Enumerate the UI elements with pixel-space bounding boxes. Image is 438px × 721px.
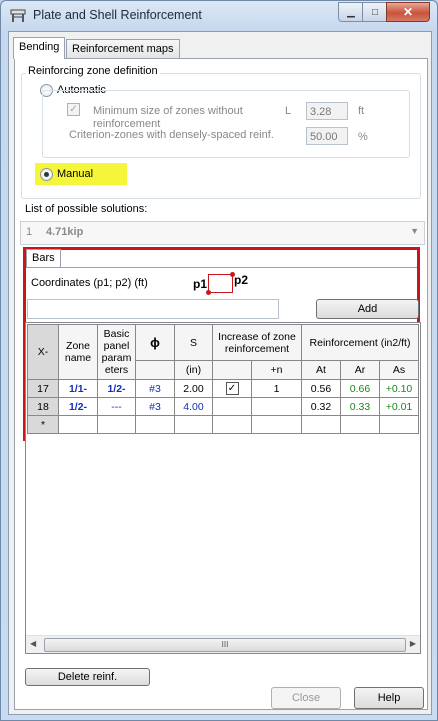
coordinates-input[interactable] bbox=[27, 299, 279, 319]
table-row[interactable]: 17 1/1- 1/2- #3 2.00 ✓ 1 0.56 0.66 +0.10 bbox=[27, 379, 419, 398]
header-at: At bbox=[301, 360, 341, 380]
header-as: As bbox=[379, 360, 419, 380]
close-icon: ✕ bbox=[402, 5, 414, 19]
row-s[interactable]: 4.00 bbox=[174, 397, 213, 416]
criterion-unit: % bbox=[358, 131, 368, 143]
bars-tab-line bbox=[26, 267, 417, 268]
header-phi: ϕ bbox=[135, 324, 175, 361]
empty-cell[interactable] bbox=[251, 415, 302, 434]
empty-cell[interactable] bbox=[135, 415, 175, 434]
tab-bars[interactable]: Bars bbox=[26, 249, 61, 267]
row-basic[interactable]: --- bbox=[97, 397, 136, 416]
checkmark-icon: ✓ bbox=[69, 104, 78, 115]
row-basic[interactable]: 1/2- bbox=[97, 379, 136, 398]
criterion-label: Criterion-zones with densely-spaced rein… bbox=[69, 129, 274, 141]
header-zone-name: Zone name bbox=[58, 324, 98, 380]
empty-cell[interactable] bbox=[301, 415, 341, 434]
window-title: Plate and Shell Reinforcement bbox=[33, 8, 202, 22]
header-phi-blank bbox=[135, 360, 175, 380]
tab-reinforcement-maps[interactable]: Reinforcement maps bbox=[66, 39, 180, 59]
row-n[interactable] bbox=[251, 397, 302, 416]
p2-point bbox=[230, 272, 235, 277]
header-ar: Ar bbox=[340, 360, 380, 380]
row-n[interactable]: 1 bbox=[251, 379, 302, 398]
new-row-marker[interactable]: * bbox=[27, 415, 59, 434]
min-size-symbol: L bbox=[285, 105, 292, 117]
empty-cell[interactable] bbox=[212, 415, 252, 434]
header-x: X- bbox=[27, 324, 59, 380]
row-zone[interactable]: 1/2- bbox=[58, 397, 98, 416]
solution-index: 1 bbox=[26, 226, 33, 238]
row-x[interactable]: 18 bbox=[27, 397, 59, 416]
zone-definition-legend: Reinforcing zone definition bbox=[26, 65, 160, 77]
p1-point bbox=[206, 290, 211, 295]
row-ar[interactable]: 0.66 bbox=[340, 379, 380, 398]
empty-cell[interactable] bbox=[97, 415, 136, 434]
row-zone[interactable]: 1/1- bbox=[58, 379, 98, 398]
row-x[interactable]: 17 bbox=[27, 379, 59, 398]
solutions-dropdown[interactable]: 1 4.71kip ▼ bbox=[20, 221, 425, 245]
horizontal-scrollbar[interactable]: ◀ III ▶ bbox=[26, 635, 420, 653]
close-button[interactable]: Close bbox=[271, 687, 341, 709]
row-ar[interactable]: 0.33 bbox=[340, 397, 380, 416]
maximize-button[interactable]: □ bbox=[362, 2, 388, 22]
row-phi[interactable]: #3 bbox=[135, 379, 175, 398]
new-row[interactable]: * bbox=[27, 415, 419, 434]
p1-label: p1 bbox=[193, 277, 208, 291]
scrollbar-thumb[interactable]: III bbox=[44, 638, 406, 652]
empty-cell[interactable] bbox=[174, 415, 213, 434]
delete-reinf-button[interactable]: Delete reinf. bbox=[25, 668, 150, 686]
row-as[interactable]: +0.01 bbox=[379, 397, 419, 416]
header-s: S bbox=[174, 324, 213, 361]
minimize-button[interactable]: ▁ bbox=[338, 2, 364, 22]
coordinates-label: Coordinates (p1; p2) (ft) bbox=[31, 277, 148, 289]
header-s-unit: (in) bbox=[174, 360, 213, 380]
bars-grid-container: X- Zone name Basic panel param eters ϕ S… bbox=[25, 322, 421, 654]
empty-cell[interactable] bbox=[340, 415, 380, 434]
minimize-icon: ▁ bbox=[347, 6, 355, 18]
header-increase-blank bbox=[212, 360, 252, 380]
row-phi[interactable]: #3 bbox=[135, 397, 175, 416]
header-basic-panel: Basic panel param eters bbox=[97, 324, 136, 380]
row-at[interactable]: 0.56 bbox=[301, 379, 341, 398]
manual-radio[interactable] bbox=[40, 168, 53, 181]
min-size-label-line1: Minimum size of zones without bbox=[93, 105, 243, 117]
p1-p2-diagram bbox=[206, 272, 235, 295]
maximize-icon: □ bbox=[371, 6, 379, 18]
dialog-client-area: Bending Reinforcement maps Reinforcing z… bbox=[8, 31, 432, 715]
bars-grid: X- Zone name Basic panel param eters ϕ S… bbox=[27, 324, 419, 434]
plate-reinforcement-app-icon bbox=[10, 9, 26, 22]
table-row[interactable]: 18 1/2- --- #3 4.00 0.32 0.33 +0.01 bbox=[27, 397, 419, 416]
min-size-unit: ft bbox=[358, 105, 365, 117]
row-s[interactable]: 2.00 bbox=[174, 379, 213, 398]
help-button[interactable]: Help bbox=[354, 687, 424, 709]
solutions-label: List of possible solutions: bbox=[25, 203, 148, 215]
header-plus-n: +n bbox=[251, 360, 302, 380]
row-as[interactable]: +0.10 bbox=[379, 379, 419, 398]
empty-cell[interactable] bbox=[58, 415, 98, 434]
row-at[interactable]: 0.32 bbox=[301, 397, 341, 416]
min-size-input[interactable]: 3.28 bbox=[306, 102, 348, 120]
scroll-left-icon[interactable]: ◀ bbox=[30, 639, 36, 648]
add-button[interactable]: Add bbox=[316, 299, 419, 319]
dialog-window: Plate and Shell Reinforcement ▁ □ ✕ Bend… bbox=[0, 0, 438, 721]
dropdown-arrow-icon: ▼ bbox=[410, 226, 419, 236]
header-reinforcement: Reinforcement (in2/ft) bbox=[301, 324, 419, 361]
min-size-checkbox[interactable]: ✓ bbox=[67, 103, 80, 116]
criterion-input[interactable]: 50.00 bbox=[306, 127, 348, 145]
row-increase[interactable] bbox=[212, 397, 252, 416]
title-bar[interactable]: Plate and Shell Reinforcement ▁ □ ✕ bbox=[1, 1, 437, 31]
empty-cell[interactable] bbox=[379, 415, 419, 434]
tab-bending[interactable]: Bending bbox=[13, 37, 66, 59]
close-window-button[interactable]: ✕ bbox=[386, 2, 430, 22]
p2-label: p2 bbox=[234, 273, 249, 287]
increase-checkbox[interactable]: ✓ bbox=[225, 382, 239, 395]
manual-label: Manual bbox=[57, 168, 94, 180]
header-increase: Increase of zone reinforcement bbox=[212, 324, 302, 361]
scroll-right-icon[interactable]: ▶ bbox=[410, 639, 416, 648]
row-increase[interactable]: ✓ bbox=[212, 379, 252, 398]
solution-value: 4.71kip bbox=[46, 226, 84, 238]
bending-panel: Reinforcing zone definition Automatic ✓ … bbox=[14, 58, 428, 710]
